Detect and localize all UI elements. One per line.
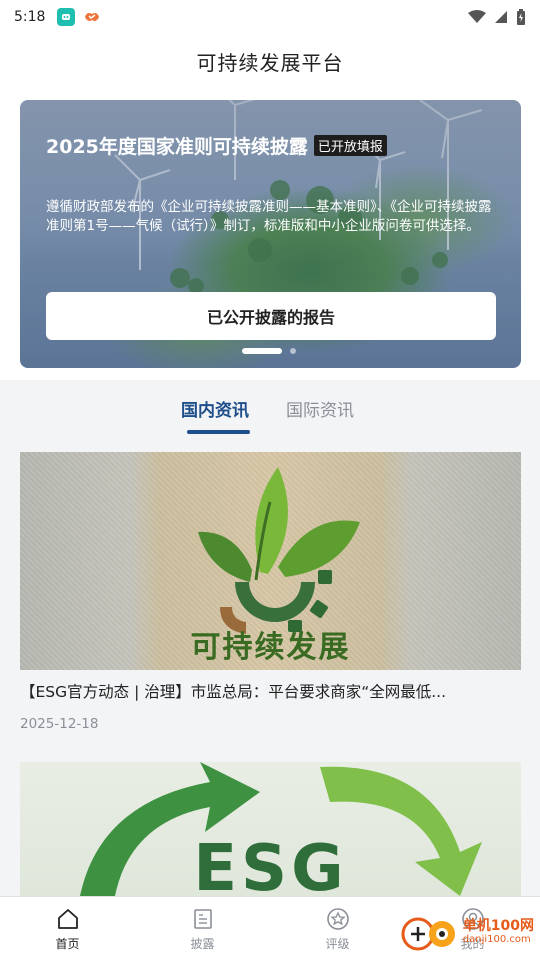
user-icon	[461, 907, 484, 930]
game-notification-icon	[83, 8, 101, 26]
banner-section: 2025年度国家准则可持续披露 已开放填报 遵循财政部发布的《企业可持续披露准则…	[0, 88, 540, 380]
nav-home[interactable]: 首页	[0, 897, 135, 960]
carousel-dot-active[interactable]	[242, 348, 282, 354]
nav-rating-label: 评级	[325, 936, 350, 951]
app-header: 可持续发展平台	[0, 34, 540, 88]
nav-disclosure-label: 披露	[190, 936, 215, 951]
news-card[interactable]: ESG	[20, 762, 521, 896]
signal-icon	[495, 11, 507, 23]
battery-icon	[517, 9, 525, 25]
wifi-icon	[468, 10, 486, 23]
system-status-icons	[468, 9, 526, 25]
banner-heading: 2025年度国家准则可持续披露 已开放填报	[46, 132, 387, 159]
hero-banner[interactable]: 2025年度国家准则可持续披露 已开放填报 遵循财政部发布的《企业可持续披露准则…	[20, 100, 521, 368]
public-reports-button[interactable]: 已公开披露的报告	[46, 292, 496, 340]
page-title: 可持续发展平台	[196, 50, 344, 75]
bottom-navigation: 首页 披露 评级 我的	[0, 896, 540, 960]
news-thumbnail[interactable]: ESG	[20, 762, 521, 896]
document-icon	[193, 908, 212, 929]
nav-rating[interactable]: 评级	[270, 897, 405, 960]
nav-home-label: 首页	[55, 936, 80, 951]
news-card[interactable]: 可持续发展 【ESG官方动态 | 治理】市监总局：平台要求商家“全网最低... …	[20, 452, 521, 732]
carousel-dot[interactable]	[290, 348, 296, 354]
nav-disclosure[interactable]: 披露	[135, 897, 270, 960]
app-notification-icon	[57, 8, 76, 26]
banner-title: 2025年度国家准则可持续披露	[46, 136, 308, 158]
tab-domestic-news[interactable]: 国内资讯	[181, 396, 249, 421]
nav-profile[interactable]: 我的	[405, 897, 540, 960]
status-time: 5:18	[14, 9, 46, 25]
carousel-indicator[interactable]	[242, 348, 296, 354]
status-bar: 5:18	[0, 0, 540, 34]
news-title[interactable]: 【ESG官方动态 | 治理】市监总局：平台要求商家“全网最低...	[20, 680, 510, 702]
nav-profile-label: 我的	[460, 936, 485, 951]
status-badge: 已开放填报	[313, 135, 387, 156]
news-tabs: 国内资讯 国际资讯	[0, 380, 540, 442]
home-icon	[57, 908, 78, 929]
news-thumbnail[interactable]: 可持续发展	[20, 452, 521, 670]
active-tab-indicator	[187, 430, 250, 434]
news-image-caption: 可持续发展	[190, 630, 351, 665]
banner-description: 遵循财政部发布的《企业可持续披露准则——基本准则》、《企业可持续披露准则第1号—…	[46, 199, 492, 234]
tab-international-news[interactable]: 国际资讯	[286, 396, 354, 421]
notification-icons	[57, 8, 101, 26]
news-date: 2025-12-18	[20, 716, 99, 732]
news-image-caption: ESG	[193, 832, 348, 896]
star-badge-icon	[326, 907, 349, 930]
